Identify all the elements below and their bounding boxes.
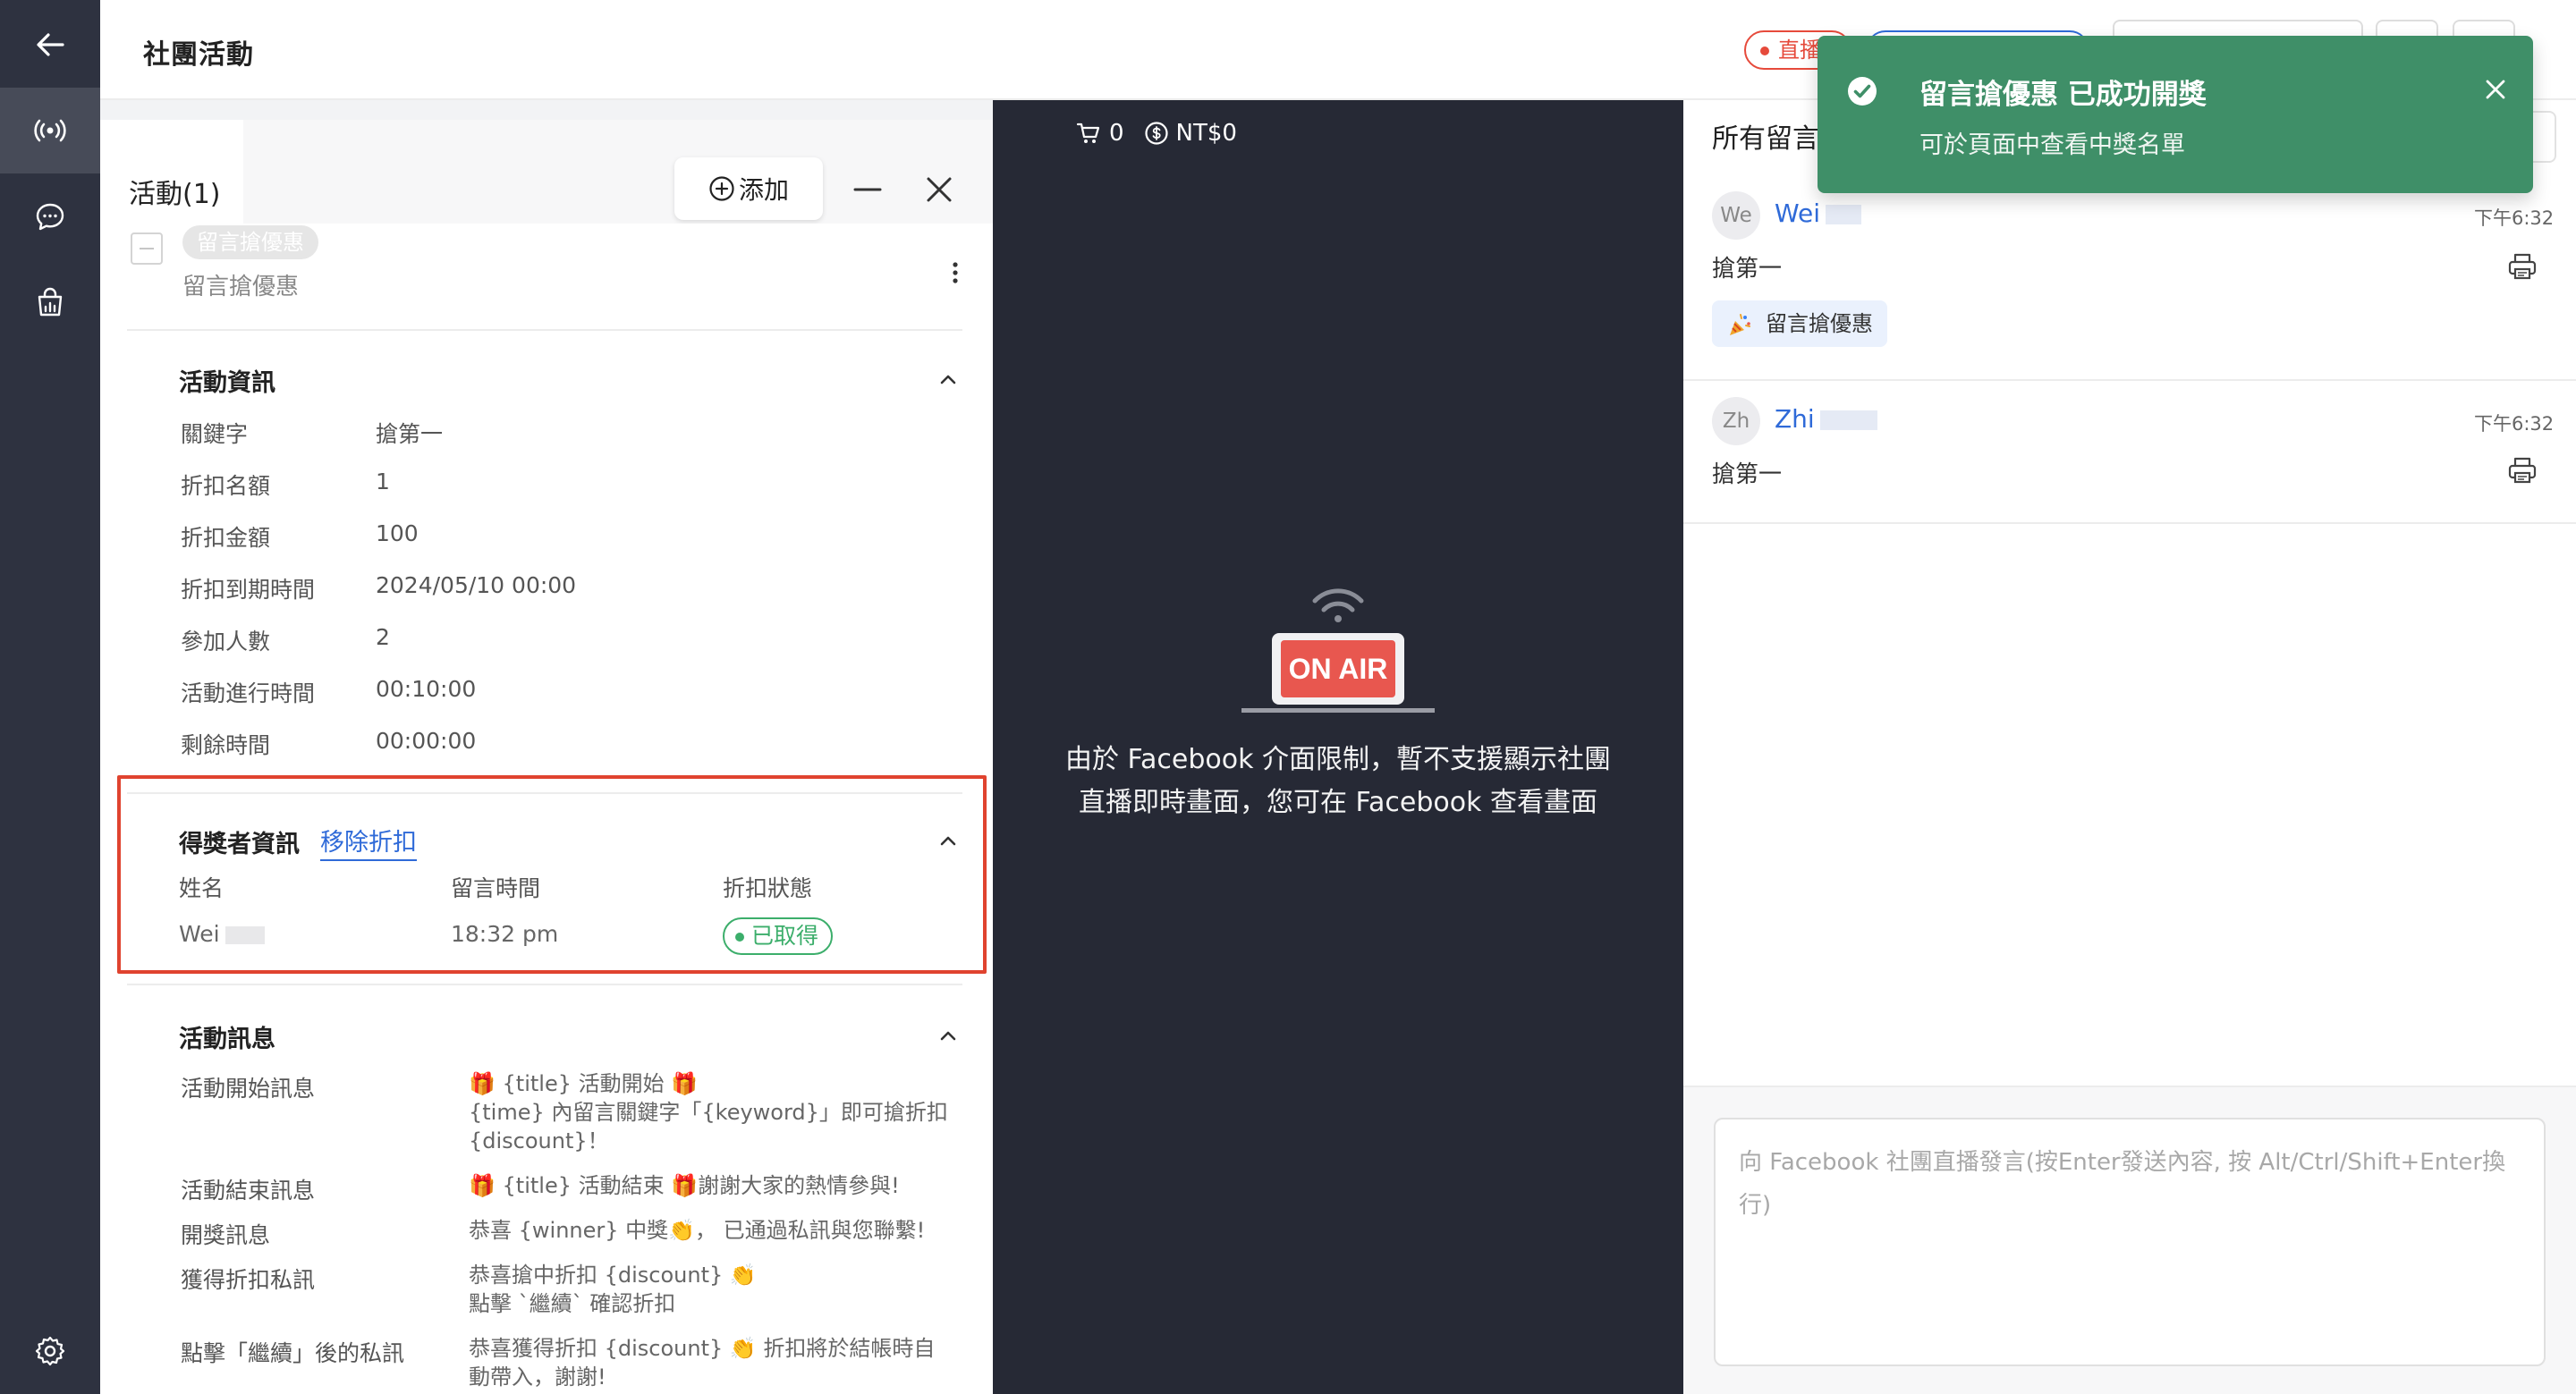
msg-value-discount-dm: 恭喜搶中折扣 {discount} 👏 點擊 `繼續` 確認折扣 (469, 1263, 757, 1316)
activity-tag: 留言搶優惠 (1712, 300, 1887, 347)
winner-name-cell: Wei (179, 921, 265, 947)
facebook-notice: 由於 Facebook 介面限制，暫不支援顯示社團直播即時畫面，您可在 Face… (1064, 744, 1612, 818)
msg-label-continue-dm: 點擊「繼續」後的私訊 (181, 1340, 405, 1366)
info-label-keyword: 關鍵字 (181, 421, 249, 447)
plus-circle-icon (709, 176, 734, 201)
activity-info-title: 活動資訊 (179, 369, 275, 397)
on-air-icon: ON AIR (1241, 588, 1435, 713)
info-label-participants: 參加人數 (181, 629, 271, 655)
msg-value-continue-dm: 恭喜獲得折扣 {discount} 👏 折扣將於結帳時自 動帶入，謝謝! (469, 1336, 936, 1390)
add-activity-label: 添加 (738, 175, 789, 205)
winner-info-title: 得獎者資訊 (179, 831, 300, 858)
info-label-remaining: 剩餘時間 (181, 732, 271, 758)
activity-panel-body: 留言搶優惠 留言搶優惠 活動資訊 關鍵字 搶第一 折扣名額 1 折扣金額 100… (100, 224, 993, 1394)
back-arrow-icon[interactable] (0, 2, 100, 88)
comment-time: 下午6:32 (2474, 413, 2555, 435)
add-activity-button[interactable]: 添加 (674, 157, 823, 220)
info-value-participants: 2 (376, 624, 390, 650)
live-video-panel: 0 NT$0 ON AIR 由於 Facebook 介面限制，暫不支援顯示社團直… (993, 100, 1683, 1394)
info-label-quota: 折扣名額 (181, 473, 271, 499)
info-value-remaining: 00:00:00 (376, 728, 477, 754)
printer-icon[interactable] (2506, 250, 2538, 283)
shopping-bag-chart-icon[interactable] (0, 259, 100, 345)
composer-area (1683, 1086, 2576, 1394)
dollar-circle-icon (1144, 122, 1168, 145)
chevron-up-icon[interactable] (936, 828, 961, 853)
order-stats: 0 NT$0 (1075, 120, 1237, 147)
info-value-duration: 00:10:00 (376, 676, 477, 702)
minimize-icon[interactable] (850, 172, 886, 207)
chat-bubble-icon[interactable] (0, 173, 100, 259)
on-air-illustration: ON AIR (1241, 574, 1435, 717)
activity-name: 留言搶優惠 (182, 274, 300, 300)
printer-icon[interactable] (2506, 454, 2538, 486)
comment-text: 搶第一 (1712, 256, 1783, 283)
activity-messages-title: 活動訊息 (179, 1026, 275, 1053)
page-title: 社團活動 (143, 39, 254, 71)
live-broadcast-icon[interactable] (0, 88, 100, 173)
live-comment-input[interactable] (1714, 1118, 2546, 1366)
msg-value-end: 🎁 {title} 活動結束 🎁謝謝大家的熱情參與! (469, 1173, 900, 1198)
msg-label-discount-dm: 獲得折扣私訊 (181, 1267, 316, 1293)
comment-time: 下午6:32 (2474, 207, 2555, 229)
commenter-name[interactable]: Zhi (1775, 404, 1877, 434)
avatar: Zh (1712, 397, 1760, 445)
toast-subtitle: 可於頁面中查看中獎名單 (1919, 131, 2185, 159)
activity-type-tag: 留言搶優惠 (182, 225, 318, 259)
settings-gear-icon[interactable] (0, 1308, 100, 1394)
close-toast-icon[interactable] (2479, 73, 2512, 106)
chevron-up-icon[interactable] (936, 367, 961, 392)
msg-label-draw: 開獎訊息 (181, 1222, 271, 1248)
comment-item: We Wei 下午6:32 搶第一 留言搶優惠 (1683, 186, 2576, 347)
comment-text: 搶第一 (1712, 461, 1783, 488)
activity-panel: 活動(1) 添加 留言搶優惠 留言搶優惠 活動資訊 關鍵字 搶第一 折扣名額 1… (100, 100, 993, 1394)
commenter-name[interactable]: Wei (1775, 199, 1862, 228)
close-panel-icon[interactable] (921, 172, 957, 207)
info-label-expiry: 折扣到期時間 (181, 577, 316, 603)
column-header-status: 折扣狀態 (723, 875, 813, 901)
activity-checkbox[interactable] (131, 232, 163, 265)
success-toast: 留言搶優惠 已成功開獎 可於頁面中查看中獎名單 (1818, 36, 2533, 193)
info-label-duration: 活動進行時間 (181, 680, 316, 706)
comments-panel: 所有留言 We Wei 下午6:32 搶第一 留言搶優惠 Zh Zhi 下午6:… (1683, 100, 2576, 1394)
column-header-name: 姓名 (179, 875, 225, 901)
info-value-keyword: 搶第一 (376, 421, 444, 447)
toast-title: 留言搶優惠 已成功開獎 (1919, 79, 2207, 111)
more-options-icon[interactable] (937, 250, 973, 295)
activity-panel-title: 活動(1) (129, 179, 221, 210)
cart-icon (1076, 123, 1100, 143)
check-circle-icon (1848, 77, 1877, 106)
comment-item: Zh Zhi 下午6:32 搶第一 (1683, 397, 2576, 488)
cart-count: 0 (1109, 120, 1124, 147)
winner-time: 18:32 pm (451, 921, 559, 947)
left-sidebar (0, 0, 100, 1394)
info-value-expiry: 2024/05/10 00:00 (376, 572, 577, 598)
order-amount: NT$0 (1175, 120, 1237, 147)
column-header-time: 留言時間 (451, 875, 541, 901)
msg-label-end: 活動結束訊息 (181, 1178, 316, 1204)
avatar: We (1712, 191, 1760, 240)
activity-panel-header: 活動(1) 添加 (100, 120, 993, 224)
info-label-amount: 折扣金額 (181, 525, 271, 551)
on-air-label: ON AIR (1289, 653, 1388, 685)
msg-value-start: 🎁 {title} 活動開始 🎁 {time} 內留言關鍵字「{keyword}… (469, 1071, 948, 1153)
info-value-quota: 1 (376, 469, 390, 494)
info-value-amount: 100 (376, 520, 419, 546)
party-popper-icon (1730, 314, 1750, 335)
winner-name: Wei (179, 921, 220, 947)
msg-label-start: 活動開始訊息 (181, 1076, 316, 1102)
comments-title: 所有留言 (1712, 123, 1819, 155)
chevron-up-icon[interactable] (936, 1023, 961, 1048)
msg-value-draw: 恭喜 {winner} 中獎👏， 已通過私訊與您聯繫! (469, 1218, 926, 1243)
remove-discount-link[interactable]: 移除折扣 (320, 823, 417, 861)
status-badge: 已取得 (723, 917, 834, 955)
